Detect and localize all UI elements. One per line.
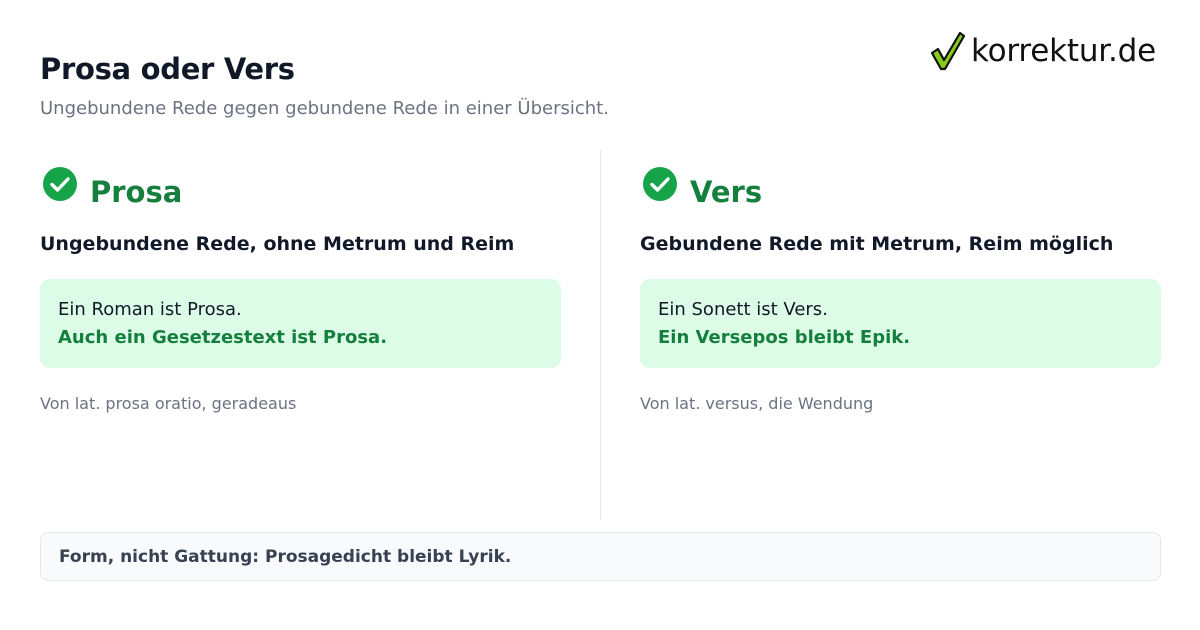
checkmark-icon bbox=[930, 31, 965, 71]
page: Prosa oder Vers Ungebundene Rede gegen g… bbox=[0, 0, 1200, 630]
etymology: Von lat. prosa oratio, geradeaus bbox=[40, 394, 297, 413]
column-title: Prosa bbox=[90, 175, 183, 209]
logo: korrektur.de bbox=[929, 30, 1156, 72]
column-definition: Ungebundene Rede, ohne Metrum und Reim bbox=[40, 233, 515, 255]
page-title: Prosa oder Vers bbox=[40, 52, 295, 86]
check-circle-icon bbox=[43, 167, 77, 201]
example-box: Ein Sonett ist Vers. Ein Versepos bleibt… bbox=[640, 279, 1161, 368]
column-definition: Gebundene Rede mit Metrum, Reim möglich bbox=[640, 233, 1114, 255]
example-text-highlight: Auch ein Gesetzestext ist Prosa. bbox=[58, 327, 388, 348]
column-header: Vers bbox=[640, 165, 1161, 217]
column-prosa: Prosa Ungebundene Rede, ohne Metrum und … bbox=[40, 165, 561, 413]
example-text: Ein Sonett ist Vers. bbox=[658, 299, 828, 320]
etymology: Von lat. versus, die Wendung bbox=[640, 394, 874, 413]
column-vers: Vers Gebundene Rede mit Metrum, Reim mög… bbox=[640, 165, 1161, 413]
page-subtitle: Ungebundene Rede gegen gebundene Rede in… bbox=[40, 98, 609, 119]
check-circle-icon bbox=[643, 167, 677, 201]
column-divider bbox=[600, 150, 601, 520]
example-text: Ein Roman ist Prosa. bbox=[58, 299, 242, 320]
logo-text: korrektur.de bbox=[970, 33, 1156, 69]
column-title: Vers bbox=[690, 175, 763, 209]
example-box: Ein Roman ist Prosa. Auch ein Gesetzeste… bbox=[40, 279, 561, 368]
example-text-highlight: Ein Versepos bleibt Epik. bbox=[658, 327, 911, 348]
column-header: Prosa bbox=[40, 165, 561, 217]
footer-note: Form, nicht Gattung: Prosagedicht bleibt… bbox=[40, 532, 1161, 581]
